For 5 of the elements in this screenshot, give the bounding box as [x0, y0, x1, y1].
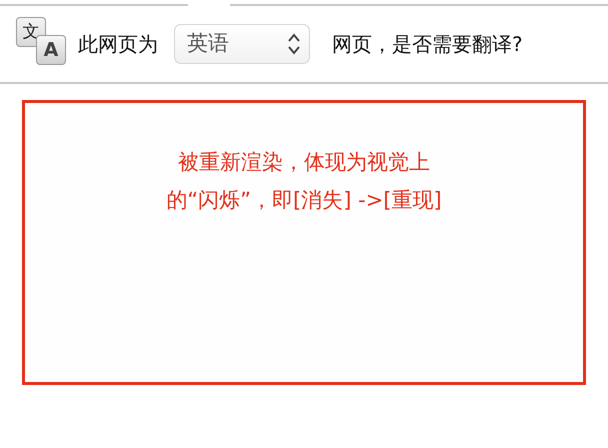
- language-select[interactable]: 英语: [174, 24, 310, 64]
- chevron-updown-icon: [287, 32, 301, 56]
- prompt-text: 网页，是否需要翻译?: [332, 31, 523, 58]
- prompt-text: 此网页为: [78, 31, 158, 58]
- notice-text: 被重新渲染，体现为视觉上 的“闪烁”，即[消失] ->[重现]: [166, 149, 442, 214]
